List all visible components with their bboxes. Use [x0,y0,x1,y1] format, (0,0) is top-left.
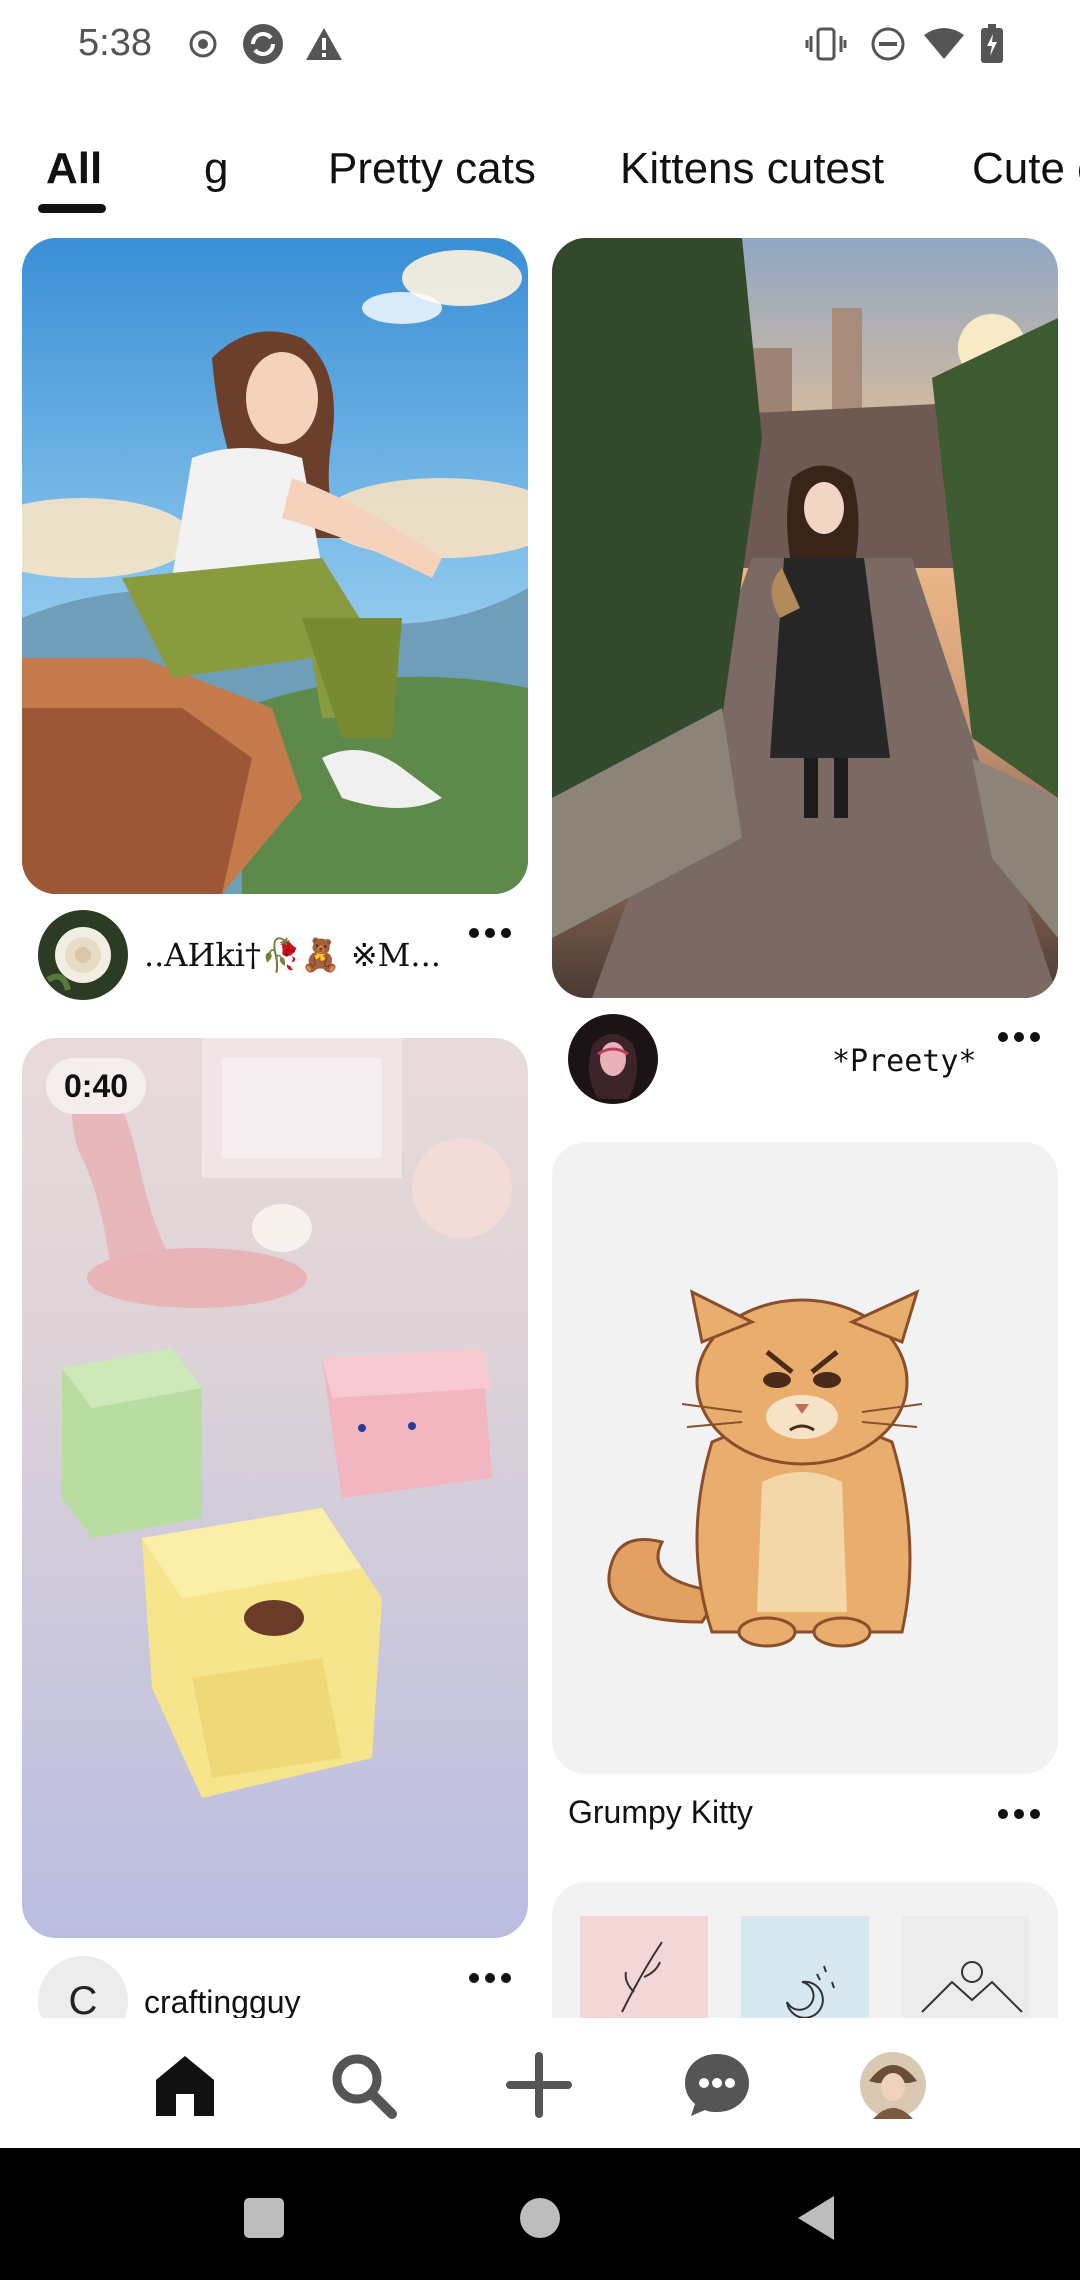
sync-icon [240,22,286,66]
create-icon[interactable] [494,2040,584,2130]
pin-image-4[interactable] [552,1142,1058,1774]
do-not-disturb-icon [868,22,908,66]
anime-street-illustration [552,238,1058,998]
more-options-button-4[interactable] [984,1794,1054,1834]
grumpy-cat-illustration [607,1289,923,1648]
tab-g[interactable]: g [204,144,228,194]
battery-icon [978,22,1006,66]
pin-video-3[interactable]: 0:40 [22,1038,528,1938]
anime-girl-illustration [22,238,528,894]
record-icon [186,22,220,66]
more-options-button-1[interactable] [455,913,525,953]
home-icon[interactable] [140,2040,230,2130]
tab-pretty-cats[interactable]: Pretty cats [328,144,536,194]
wifi-icon [922,22,966,66]
search-icon[interactable] [318,2040,408,2130]
status-bar: 5:38 [0,0,1080,90]
messages-icon[interactable] [672,2040,762,2130]
author-name-2[interactable]: *Preety* [832,1044,977,1079]
tab-kittens-cutest[interactable]: Kittens cutest [620,144,884,194]
board-tabs: All g Pretty cats Kittens cutest Cute c [0,130,1080,220]
pin-image-5[interactable] [552,1882,1058,2018]
author-name-3[interactable]: craftingguy [144,1984,301,2021]
vibrate-icon [804,22,848,66]
system-navigation-bar [0,2148,1080,2280]
recents-icon[interactable] [234,2188,294,2248]
pin-title-4[interactable]: Grumpy Kitty [568,1794,753,1831]
pin-image-2[interactable] [552,238,1058,998]
more-options-button-2[interactable] [984,1017,1054,1057]
author-name-1[interactable]: ..AИki†🥀🧸 ※M... [144,936,444,974]
bottom-navigation [0,2018,1080,2148]
avatar-letter: C [68,1978,98,2023]
warning-icon [304,22,344,66]
video-duration-badge: 0:40 [46,1058,147,1114]
home-circle-icon[interactable] [510,2188,570,2248]
tab-active-indicator [38,204,106,213]
status-time: 5:38 [78,22,152,64]
pin-image-1[interactable] [22,238,528,894]
author-avatar-1[interactable] [38,910,128,1000]
back-icon[interactable] [786,2188,846,2248]
profile-avatar[interactable] [848,2040,938,2130]
art-prints-collage [580,1916,1030,2018]
more-options-button-3[interactable] [455,1958,525,1998]
origami-crafts-image [22,1038,528,1938]
tab-cute[interactable]: Cute c [972,144,1080,194]
tab-all[interactable]: All [46,144,102,194]
author-avatar-2[interactable] [568,1014,658,1104]
